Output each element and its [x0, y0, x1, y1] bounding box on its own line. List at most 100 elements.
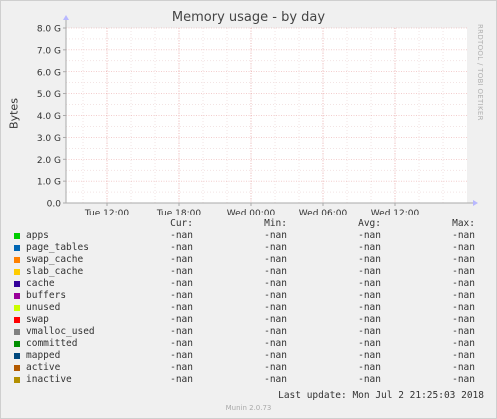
- y-tick-label: 6.0 G: [37, 68, 61, 78]
- legend-rows: apps -nan -nan -nan -nan page_tables -nan -nan -…: [12, 230, 492, 386]
- legend-value-max: -nan: [452, 290, 475, 301]
- legend-series-name: cache: [26, 278, 55, 289]
- legend-swatch: [14, 317, 20, 323]
- legend-value-max: -nan: [452, 302, 475, 313]
- legend-value-cur: -nan: [170, 314, 193, 325]
- legend-value-max: -nan: [452, 278, 475, 289]
- legend-value-min: -nan: [264, 314, 287, 325]
- y-tick-label: 1.0 G: [37, 178, 61, 188]
- header-min: Min:: [264, 218, 287, 229]
- legend-value-max: -nan: [452, 350, 475, 361]
- y-tick-label: 4.0 G: [37, 112, 61, 122]
- legend-swatch: [14, 365, 20, 371]
- legend-series-name: committed: [26, 338, 78, 349]
- x-axis-arrow: [473, 200, 478, 206]
- legend-value-min: -nan: [264, 290, 287, 301]
- legend-row: unused -nan -nan -nan -nan: [12, 302, 492, 314]
- legend-value-avg: -nan: [358, 326, 381, 337]
- legend-series-name: inactive: [26, 374, 72, 385]
- x-tick-label: Wed 00:00: [227, 209, 276, 215]
- legend-series-name: apps: [26, 230, 49, 241]
- header-max: Max:: [452, 218, 475, 229]
- legend-value-max: -nan: [452, 338, 475, 349]
- x-tick-label: Wed 12:00: [371, 209, 420, 215]
- legend-value-min: -nan: [264, 278, 287, 289]
- legend-row: vmalloc_used -nan -nan -nan -nan: [12, 326, 492, 338]
- y-tick-label: 7.0 G: [37, 46, 61, 56]
- legend-value-cur: -nan: [170, 338, 193, 349]
- legend-row: apps -nan -nan -nan -nan: [12, 230, 492, 242]
- legend-series-name: slab_cache: [26, 266, 84, 277]
- legend-value-avg: -nan: [358, 230, 381, 241]
- legend-value-avg: -nan: [358, 338, 381, 349]
- y-tick-label: 8.0 G: [37, 25, 61, 35]
- y-tick-label: 2.0 G: [37, 156, 61, 166]
- legend-value-max: -nan: [452, 242, 475, 253]
- legend-value-cur: -nan: [170, 278, 193, 289]
- legend-table: Cur: Min: Avg: Max: apps -nan -nan -nan -nan…: [12, 218, 492, 386]
- legend-value-max: -nan: [452, 362, 475, 373]
- header-cur: Cur:: [170, 218, 193, 229]
- legend-value-avg: -nan: [358, 242, 381, 253]
- legend-value-avg: -nan: [358, 278, 381, 289]
- legend-value-min: -nan: [264, 338, 287, 349]
- x-tick-label: Tue 12:00: [84, 209, 129, 215]
- legend-value-min: -nan: [264, 302, 287, 313]
- legend-row: cache -nan -nan -nan -nan: [12, 278, 492, 290]
- legend-value-min: -nan: [264, 266, 287, 277]
- legend-swatch: [14, 269, 20, 275]
- x-tick-label: Tue 18:00: [156, 209, 201, 215]
- legend-row: buffers -nan -nan -nan -nan: [12, 290, 492, 302]
- legend-value-min: -nan: [264, 254, 287, 265]
- legend-row: swap -nan -nan -nan -nan: [12, 314, 492, 326]
- y-tick-label: 3.0 G: [37, 134, 61, 144]
- legend-value-avg: -nan: [358, 374, 381, 385]
- legend-swatch: [14, 341, 20, 347]
- legend-value-min: -nan: [264, 326, 287, 337]
- legend-value-avg: -nan: [358, 290, 381, 301]
- legend-row: slab_cache -nan -nan -nan -nan: [12, 266, 492, 278]
- legend-value-avg: -nan: [358, 302, 381, 313]
- munin-version: Munin 2.0.73: [225, 404, 272, 412]
- legend-value-min: -nan: [264, 242, 287, 253]
- legend-swatch: [14, 329, 20, 335]
- legend-value-max: -nan: [452, 266, 475, 277]
- legend-value-cur: -nan: [170, 242, 193, 253]
- legend-value-cur: -nan: [170, 362, 193, 373]
- legend-value-min: -nan: [264, 374, 287, 385]
- y-axis-arrow: [63, 15, 69, 20]
- legend-series-name: page_tables: [26, 242, 89, 253]
- legend-swatch: [14, 353, 20, 359]
- legend-value-avg: -nan: [358, 254, 381, 265]
- legend-value-cur: -nan: [170, 290, 193, 301]
- y-tick-label: 5.0 G: [37, 90, 61, 100]
- legend-value-cur: -nan: [170, 350, 193, 361]
- legend-value-max: -nan: [452, 314, 475, 325]
- legend-value-max: -nan: [452, 374, 475, 385]
- legend-value-avg: -nan: [358, 314, 381, 325]
- legend-swatch: [14, 293, 20, 299]
- legend-swatch: [14, 257, 20, 263]
- legend-series-name: active: [26, 362, 61, 373]
- x-tick-label: Wed 06:00: [299, 209, 348, 215]
- last-update: Last update: Mon Jul 2 21:25:03 2018: [278, 390, 484, 401]
- legend-row: inactive -nan -nan -nan -nan: [12, 374, 492, 386]
- legend-swatch: [14, 305, 20, 311]
- legend-value-cur: -nan: [170, 302, 193, 313]
- y-tick-label: 0.0: [47, 200, 62, 210]
- chart-area: 0.0 1.0 G 2.0 G 3.0 G 4.0 G 5.0 G 6.0 G 7.0 G 8.…: [37, 15, 478, 215]
- legend-swatch: [14, 233, 20, 239]
- legend-header-row: Cur: Min: Avg: Max:: [12, 218, 492, 230]
- legend-series-name: swap_cache: [26, 254, 84, 265]
- legend-row: page_tables -nan -nan -nan -nan: [12, 242, 492, 254]
- legend-row: committed -nan -nan -nan -nan: [12, 338, 492, 350]
- legend-row: mapped -nan -nan -nan -nan: [12, 350, 492, 362]
- legend-value-cur: -nan: [170, 230, 193, 241]
- legend-value-cur: -nan: [170, 374, 193, 385]
- legend-value-min: -nan: [264, 350, 287, 361]
- legend-value-avg: -nan: [358, 362, 381, 373]
- legend-swatch: [14, 377, 20, 383]
- legend-value-min: -nan: [264, 362, 287, 373]
- legend-series-name: swap: [26, 314, 49, 325]
- legend-value-cur: -nan: [170, 254, 193, 265]
